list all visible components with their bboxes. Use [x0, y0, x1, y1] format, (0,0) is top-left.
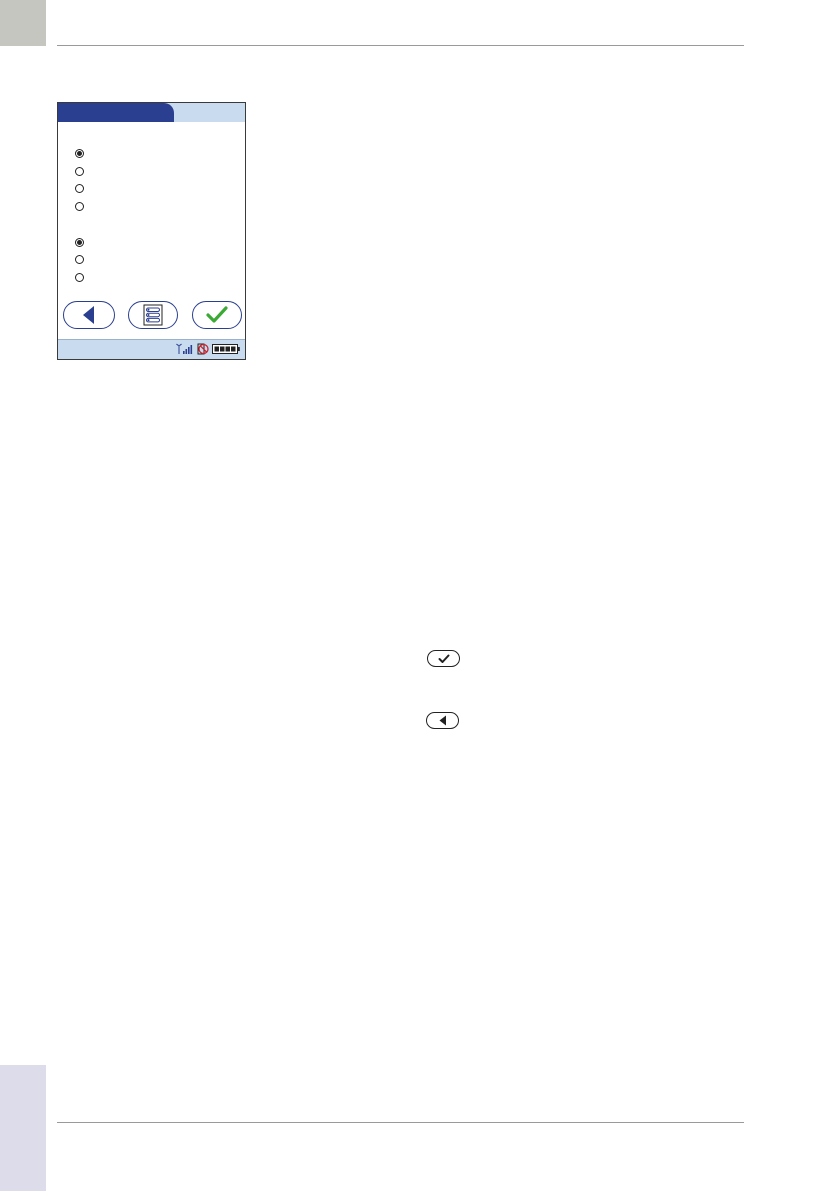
menu-button[interactable]	[128, 301, 178, 329]
screen-title-bar	[58, 103, 245, 122]
no-connection-icon	[197, 343, 209, 355]
radio-option-1-4[interactable]	[75, 202, 84, 211]
back-arrow-icon	[83, 306, 94, 324]
radio-option-1-1[interactable]	[75, 149, 84, 158]
battery-icon	[212, 344, 240, 354]
footer-rule	[57, 1122, 744, 1123]
radio-option-2-2[interactable]	[75, 255, 84, 264]
back-button[interactable]	[63, 301, 115, 329]
header-rule	[57, 45, 744, 46]
status-bar	[58, 339, 245, 359]
radio-option-1-3[interactable]	[75, 184, 84, 193]
chapter-corner-tab	[0, 0, 46, 46]
radio-option-2-1[interactable]	[75, 238, 84, 247]
inline-back-button-icon	[426, 712, 459, 729]
checkmark-icon	[438, 654, 449, 663]
radio-option-1-2[interactable]	[75, 167, 84, 176]
inline-ok-button-icon	[427, 650, 460, 667]
screen-title	[58, 103, 174, 122]
ok-button[interactable]	[192, 301, 242, 329]
list-menu-icon	[143, 304, 163, 326]
wireless-signal-icon	[176, 343, 193, 354]
page-number	[823, 0, 839, 22]
device-screen	[57, 102, 246, 360]
back-arrow-icon	[439, 715, 446, 726]
radio-option-2-3[interactable]	[75, 273, 84, 282]
checkmark-icon	[206, 306, 228, 323]
chapter-side-tab	[0, 1065, 46, 1191]
